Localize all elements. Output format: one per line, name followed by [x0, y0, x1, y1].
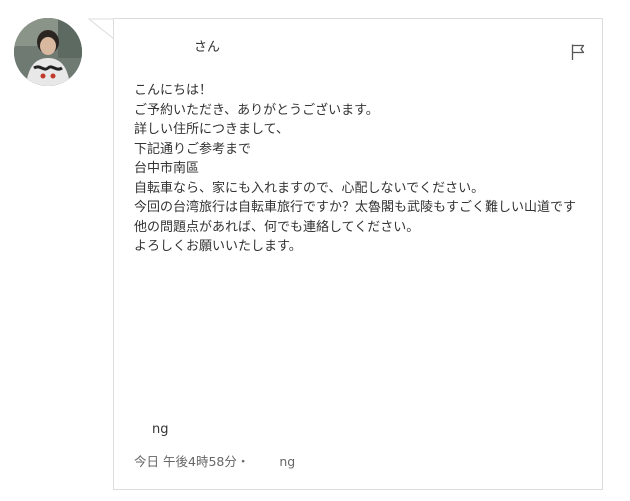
meta-time: 午後4時58分	[163, 454, 237, 469]
meta-date: 今日	[134, 454, 160, 469]
meta-author-suffix[interactable]: ng	[279, 454, 295, 469]
flag-button[interactable]	[570, 43, 586, 61]
message-bubble: さん こんにちは！ ご予約いただき、ありがとうございます。 詳しい住所につきまし…	[113, 18, 603, 490]
meta-separator: ・	[236, 454, 250, 469]
avatar-photo	[14, 18, 82, 86]
greeting: こんにちは！	[134, 83, 213, 98]
contact-note-line-1: 他の問題点があれば、何でも連絡してください。	[134, 219, 420, 235]
flag-icon	[571, 44, 585, 60]
thanks-line: ご予約いただき、ありがとうございます。	[134, 102, 379, 118]
bicycle-note: 自転車なら、家にも入れますので、心配しないでください。	[134, 180, 485, 196]
message-meta: 今日 午後4時58分・ ng	[134, 453, 295, 471]
signature: ng	[134, 420, 169, 439]
message-body: こんにちは！ ご予約いただき、ありがとうございます。 詳しい住所につきまして、 …	[134, 81, 589, 257]
bubble-tail	[88, 18, 114, 40]
trip-question: 今回の台湾旅行は自転車旅行ですか？太魯閣も武陵もすごく難しい山道です	[134, 200, 577, 215]
address-intro-line-2: 下記通りご参考まで	[134, 141, 252, 157]
signature-suffix: ng	[152, 422, 169, 437]
contact-note-line-2: よろしくお願いいたします。	[134, 239, 302, 254]
message-thread: さん こんにちは！ ご予約いただき、ありがとうございます。 詳しい住所につきまし…	[0, 0, 630, 501]
signature-redacted	[134, 421, 152, 433]
meta-author-redacted	[253, 454, 279, 466]
sender-name[interactable]: さん	[136, 39, 220, 57]
sender-suffix: さん	[194, 40, 221, 55]
avatar[interactable]	[14, 18, 82, 86]
address-intro-line-1: 詳しい住所につきまして、	[134, 122, 289, 137]
sender-name-redacted	[136, 42, 194, 54]
address-text: 台中市南區	[134, 161, 200, 176]
